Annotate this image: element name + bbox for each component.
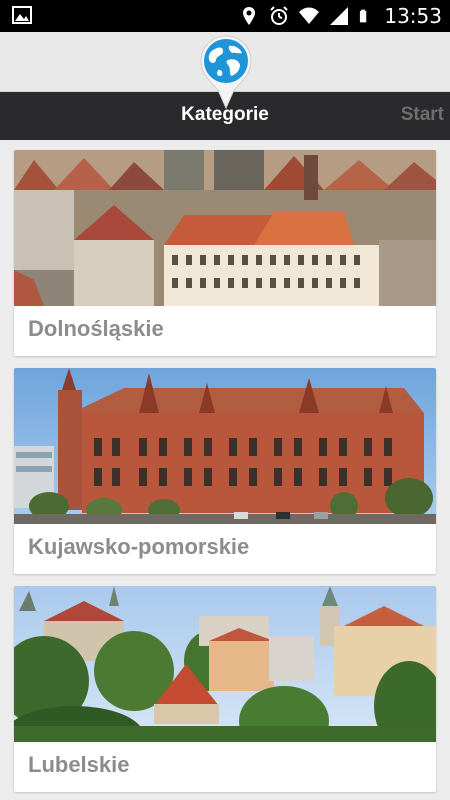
category-image-lublin bbox=[14, 586, 436, 742]
category-label: Dolnośląskie bbox=[28, 316, 164, 341]
signal-icon bbox=[330, 7, 349, 25]
start-button[interactable]: Start bbox=[401, 104, 444, 126]
category-image-bydgoszcz bbox=[14, 368, 436, 524]
category-label: Kujawsko-pomorskie bbox=[28, 534, 250, 559]
category-card-lubelskie[interactable]: Lubelskie bbox=[14, 586, 436, 792]
status-bar: 13:53 bbox=[0, 0, 450, 32]
page-title: Kategorie bbox=[181, 104, 269, 125]
category-card-kujawsko-pomorskie[interactable]: Kujawsko-pomorskie bbox=[14, 368, 436, 574]
category-label: Lubelskie bbox=[28, 752, 130, 777]
alarm-icon bbox=[270, 6, 289, 25]
category-card-dolnoslaskie[interactable]: Dolnośląskie bbox=[14, 150, 436, 356]
battery-icon bbox=[360, 9, 367, 23]
globe-pin-icon[interactable] bbox=[198, 34, 254, 110]
wifi-icon bbox=[299, 7, 320, 24]
category-image-wroclaw bbox=[14, 150, 436, 306]
status-time: 13:53 bbox=[384, 4, 442, 28]
image-notification-icon bbox=[12, 6, 32, 24]
location-icon bbox=[243, 7, 256, 25]
